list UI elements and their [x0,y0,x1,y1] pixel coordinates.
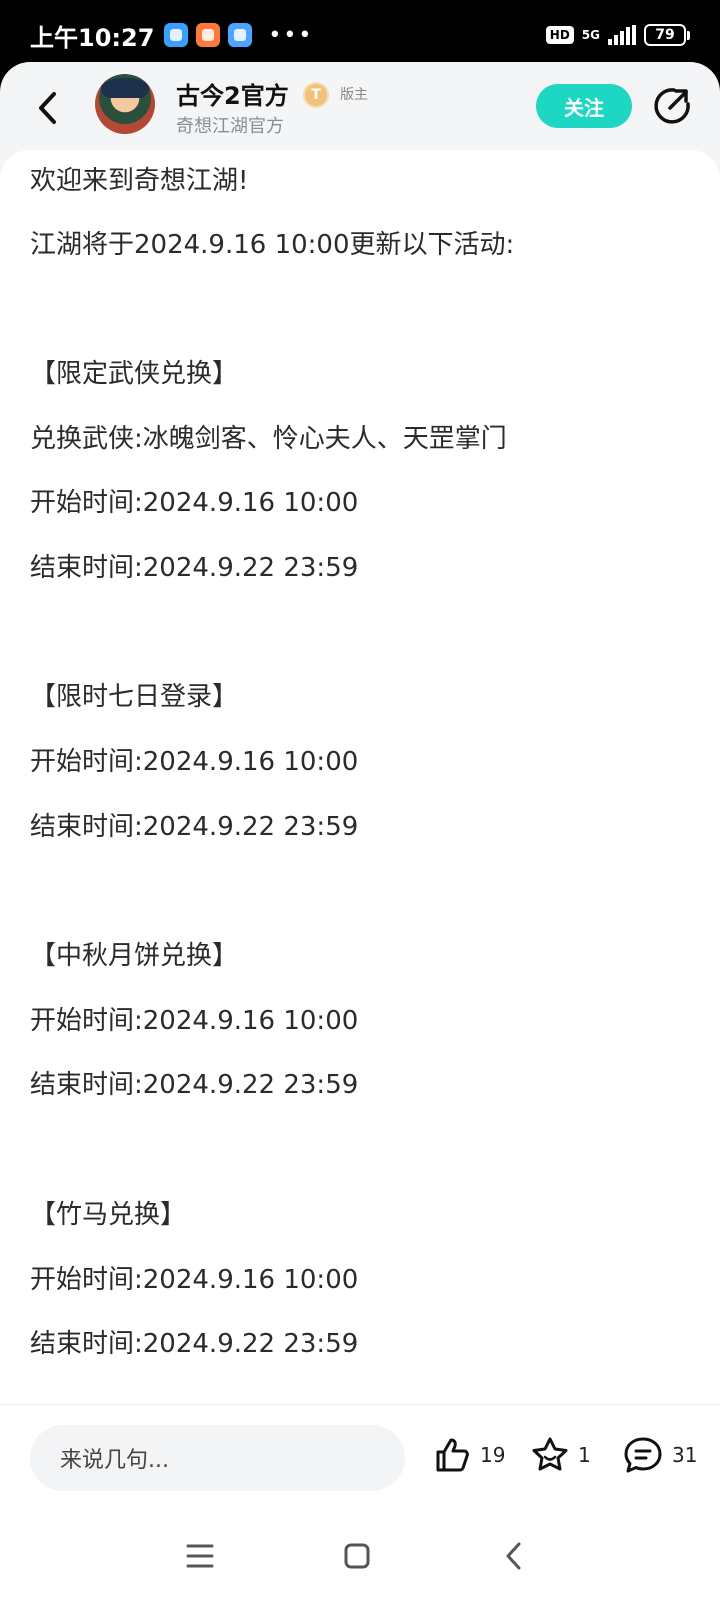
back-arrow-icon [39,92,56,124]
start-time: 开始时间:2024.9.16 10:00 [30,747,359,777]
network-type: 5G [581,28,600,42]
end-time: 结束时间:2024.9.22 23:59 [30,812,359,842]
section-title: 【竹马兑换】 [30,1200,187,1230]
post-line: 欢迎来到奇想江湖! [30,166,249,196]
share-button[interactable] [652,86,692,126]
author-name[interactable]: 古今2官方 [176,76,289,111]
post-header: 古今2官方 T 版主 奇想江湖官方 关注 [0,62,720,162]
post-content: 欢迎来到奇想江湖! 江湖将于2024.9.16 10:00更新以下活动: 【限定… [0,150,720,1404]
hd-badge: HD [545,26,574,44]
follow-button[interactable]: 关注 [536,84,632,128]
moderator-tag: 版主 [340,87,368,103]
app-notification-icon [164,23,189,47]
post-line: 兑换武侠:冰魄剑客、怜心夫人、天罡掌门 [30,424,507,454]
battery-level: 79 [644,24,686,46]
status-bar: 上午10:27 ••• HD 5G 79 [0,0,720,70]
cloud-notification-icon [228,23,253,47]
action-bar: 来说几句... 19 1 31 [0,1404,720,1512]
start-time: 开始时间:2024.9.16 10:00 [30,1265,359,1295]
back-nav-icon [506,1542,521,1570]
like-button[interactable]: 19 [432,1435,505,1475]
favorite-count: 1 [578,1443,591,1467]
like-count: 19 [480,1443,506,1467]
star-icon [532,1437,568,1471]
system-nav-bar [0,1512,720,1600]
author-avatar[interactable] [95,74,155,134]
home-square-icon [344,1543,370,1569]
end-time: 结束时间:2024.9.22 23:59 [30,1070,359,1100]
menu-nav-button[interactable] [178,1534,222,1578]
back-button[interactable] [30,84,66,132]
start-time: 开始时间:2024.9.16 10:00 [30,1006,359,1036]
more-notifications-icon: ••• [268,22,314,48]
home-nav-button[interactable] [335,1534,379,1578]
favorite-button[interactable]: 1 [530,1435,591,1475]
start-time: 开始时间:2024.9.16 10:00 [30,488,359,518]
share-icon [654,88,690,124]
comment-count: 31 [672,1443,698,1467]
battery-icon: 79 [644,24,690,46]
section-title: 【限时七日登录】 [30,682,239,712]
level-badge: T [303,82,329,108]
shop-notification-icon [196,23,221,47]
status-time: 上午10:27 [30,23,155,52]
comment-icon [624,1437,662,1473]
thumbs-up-icon [436,1438,469,1472]
author-subtitle: 奇想江湖官方 [176,116,284,137]
comment-input[interactable]: 来说几句... [30,1425,405,1491]
menu-icon [186,1544,214,1568]
end-time: 结束时间:2024.9.22 23:59 [30,553,359,583]
section-title: 【限定武侠兑换】 [30,359,239,389]
section-title: 【中秋月饼兑换】 [30,941,239,971]
end-time: 结束时间:2024.9.22 23:59 [30,1329,359,1359]
signal-icon [608,25,636,45]
post-line: 江湖将于2024.9.16 10:00更新以下活动: [30,230,515,260]
comment-button[interactable]: 31 [622,1435,697,1475]
back-nav-button[interactable] [492,1534,536,1578]
